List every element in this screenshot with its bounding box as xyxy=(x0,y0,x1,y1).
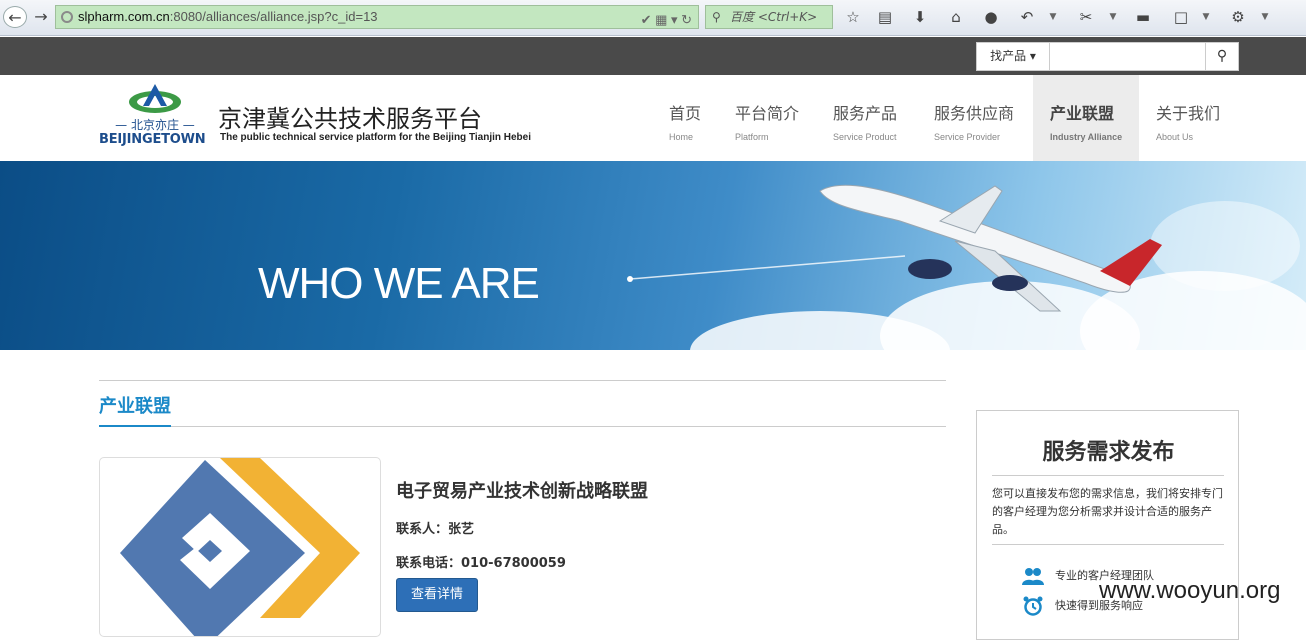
extension-icon[interactable]: ⚙ xyxy=(1228,7,1248,27)
search-placeholder: 百度 <Ctrl+K> xyxy=(730,10,818,24)
dropdown-icon[interactable]: ▼ xyxy=(1202,8,1210,26)
site-logo[interactable]: — 北京亦庄 — BEIJINGETOWN xyxy=(99,82,211,154)
browser-toolbar: ← → slpharm.com.cn:8080/alliances/allian… xyxy=(0,0,1306,36)
product-select[interactable]: 找产品 ▾ xyxy=(976,42,1050,71)
search-icon: ⚲ xyxy=(1216,48,1228,64)
search-icon: ⚲ xyxy=(712,10,721,24)
nav-service-provider[interactable]: 服务供应商 Service Provider xyxy=(917,75,1033,161)
nav-sublabel: About Us xyxy=(1156,132,1194,142)
panel-divider xyxy=(992,544,1224,545)
forward-arrow-icon[interactable]: → xyxy=(29,6,53,28)
dropdown-icon[interactable]: ▼ xyxy=(1109,8,1117,26)
comment-icon[interactable]: ▬ xyxy=(1133,7,1153,27)
logo-emblem-icon xyxy=(129,84,181,113)
alliance-name[interactable]: 电子贸易产业技术创新战略联盟 xyxy=(396,477,648,503)
site-title: 京津冀公共技术服务平台 xyxy=(218,105,482,133)
globe-icon xyxy=(61,11,73,23)
nav-sublabel: Service Provider xyxy=(934,132,1001,142)
watermark-text: www.wooyun.org xyxy=(1099,577,1281,604)
dropdown-icon[interactable]: ▼ xyxy=(1049,8,1057,26)
nav-sublabel: Service Product xyxy=(833,132,897,142)
crop-icon[interactable]: ✂ xyxy=(1076,7,1096,27)
nav-label: 服务供应商 xyxy=(934,104,1015,123)
back-arrow-icon[interactable]: ← xyxy=(3,6,27,28)
hero-banner: WHO WE ARE xyxy=(0,161,1306,350)
nav-industry-alliance[interactable]: 产业联盟 Industry Alliance xyxy=(1033,75,1139,161)
section-title: 产业联盟 xyxy=(99,396,171,417)
home-icon[interactable]: ⌂ xyxy=(946,7,966,27)
url-path: :8080/alliances/alliance.jsp?c_id=13 xyxy=(169,9,378,24)
nav-label: 关于我们 xyxy=(1156,104,1221,123)
logo-text: BEIJINGETOWN xyxy=(99,132,206,147)
site-subtitle: The public technical service platform fo… xyxy=(220,132,531,143)
download-icon[interactable]: ⬇ xyxy=(910,7,930,27)
alliance-phone: 联系电话：010-67800059 xyxy=(396,556,566,571)
team-icon xyxy=(1022,568,1044,585)
nav-about-us[interactable]: 关于我们 About Us xyxy=(1139,75,1239,161)
nav-label: 平台简介 xyxy=(735,104,800,123)
section-bottom-divider xyxy=(99,426,946,427)
browser-search-box[interactable]: ⚲ 百度 <Ctrl+K> xyxy=(705,5,833,29)
site-search-button[interactable]: ⚲ xyxy=(1205,42,1239,71)
panel-title: 服务需求发布 xyxy=(1042,440,1175,465)
nav-sublabel: Home xyxy=(669,132,694,142)
nav-sublabel: Platform xyxy=(735,132,769,142)
nav-platform[interactable]: 平台简介 Platform xyxy=(718,75,816,161)
nav-service-product[interactable]: 服务产品 Service Product xyxy=(816,75,917,161)
banner-heading: WHO WE ARE xyxy=(258,259,540,308)
nav-sublabel: Industry Alliance xyxy=(1050,132,1123,142)
section-title-underline xyxy=(99,425,171,427)
product-select-label: 找产品 xyxy=(990,49,1027,63)
url-host: slpharm.com.cn xyxy=(78,9,170,24)
nav-label: 服务产品 xyxy=(833,104,898,123)
dropdown-icon[interactable]: ▼ xyxy=(1261,8,1269,26)
alliance-logo-icon xyxy=(120,458,360,636)
page-icon[interactable]: □ xyxy=(1171,7,1191,27)
address-bar[interactable]: slpharm.com.cn:8080/alliances/alliance.j… xyxy=(55,5,699,29)
site-topbar: 找产品 ▾ ⚲ xyxy=(0,37,1306,75)
undo-icon[interactable]: ↶ xyxy=(1017,7,1037,27)
reader-icon[interactable]: ▤ xyxy=(875,7,895,27)
airplane-illustration xyxy=(627,184,1162,312)
url-actions-icons[interactable]: ✔ ▦ ▾ ↻ xyxy=(641,9,692,31)
panel-description: 您可以直接发布您的需求信息，我们将安排专门的客户经理为您分析需求并设计合适的服务… xyxy=(992,487,1223,536)
site-header: — 北京亦庄 — BEIJINGETOWN 京津冀公共技术服务平台 The pu… xyxy=(0,75,1306,161)
alliance-logo-image[interactable] xyxy=(99,457,381,637)
logo-cn-text: — 北京亦庄 — xyxy=(115,118,195,132)
alliance-contact: 联系人：张艺 xyxy=(396,522,475,537)
star-icon[interactable]: ☆ xyxy=(843,7,863,27)
nav-home[interactable]: 首页 Home xyxy=(652,75,718,161)
alarm-clock-icon xyxy=(1023,596,1043,616)
site-search-input[interactable] xyxy=(1050,42,1206,71)
section-top-divider xyxy=(99,380,946,381)
view-details-button[interactable]: 查看详情 xyxy=(396,578,478,612)
nav-label: 首页 xyxy=(669,104,702,123)
service-request-panel: 服务需求发布 您可以直接发布您的需求信息，我们将安排专门的客户经理为您分析需求并… xyxy=(976,410,1239,640)
nav-label: 产业联盟 xyxy=(1050,104,1115,123)
panel-divider xyxy=(992,475,1224,476)
chat-icon[interactable]: ● xyxy=(981,7,1001,27)
